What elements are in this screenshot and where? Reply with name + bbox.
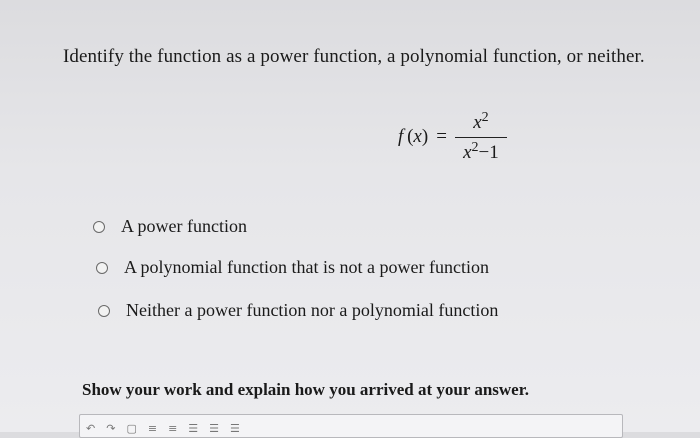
- option-polynomial-function[interactable]: A polynomial function that is not a powe…: [96, 257, 489, 278]
- fraction-denominator: x2−1: [463, 140, 499, 164]
- redo-icon[interactable]: ↷: [106, 421, 115, 437]
- undo-icon[interactable]: ↶: [86, 421, 95, 437]
- equation-fraction: x2 x2−1: [454, 110, 507, 164]
- align-right-icon[interactable]: ☰: [230, 421, 240, 437]
- work-instruction: Show your work and explain how you arriv…: [82, 380, 529, 399]
- option-power-function[interactable]: A power function: [93, 216, 247, 237]
- question-page: Identify the function as a power functio…: [0, 0, 700, 438]
- fraction-numerator: x2: [473, 110, 489, 133]
- image-icon[interactable]: ▢: [126, 421, 136, 437]
- radio-button[interactable]: [93, 220, 105, 233]
- option-label: A power function: [121, 216, 247, 236]
- align-center-icon[interactable]: ☰: [209, 421, 219, 437]
- question-prompt: Identify the function as a power functio…: [63, 46, 645, 67]
- option-label: Neither a power function nor a polynomia…: [126, 300, 499, 320]
- radio-button[interactable]: [98, 304, 110, 317]
- bullet-list-icon[interactable]: ≡: [148, 421, 157, 437]
- numbered-list-icon[interactable]: ≡: [168, 421, 177, 437]
- equation-lhs: f (x): [398, 126, 429, 148]
- answer-editor-toolbar: ↶ ↷ ▢ ≡ ≡ ☰ ☰ ☰: [79, 414, 623, 438]
- function-equation: f (x) = x2 x2−1: [398, 110, 507, 164]
- option-label: A polynomial function that is not a powe…: [124, 257, 489, 277]
- equals-sign: =: [436, 126, 447, 148]
- option-neither[interactable]: Neither a power function nor a polynomia…: [98, 300, 498, 321]
- radio-button[interactable]: [96, 261, 108, 274]
- align-left-icon[interactable]: ☰: [188, 421, 198, 437]
